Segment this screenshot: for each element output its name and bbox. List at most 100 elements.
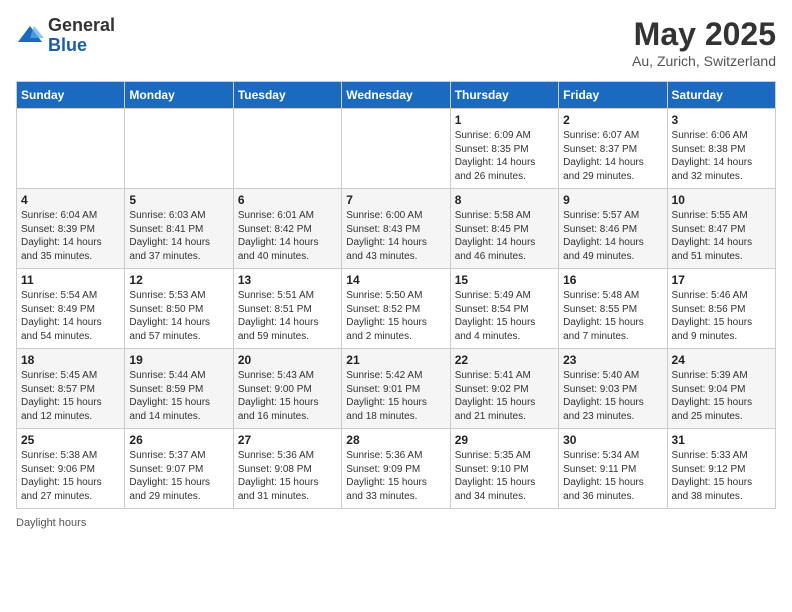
calendar-cell: 28Sunrise: 5:36 AM Sunset: 9:09 PM Dayli… [342, 429, 450, 509]
calendar-cell: 7 Sunrise: 6:00 AM Sunset: 8:43 PM Daylig… [342, 189, 450, 269]
day-info: Sunrise: 5:38 AM Sunset: 9:06 PM Dayligh… [21, 449, 120, 503]
month-title: May 2025 [632, 16, 776, 53]
calendar-cell: 26Sunrise: 5:37 AM Sunset: 9:07 PM Dayli… [125, 429, 233, 509]
day-info: Sunrise: 5:43 AM Sunset: 9:00 PM Dayligh… [238, 369, 337, 423]
day-number: 29 [455, 433, 554, 447]
day-number: 8 [455, 193, 554, 207]
logo-icon [16, 22, 44, 50]
calendar-cell: 4 Sunrise: 6:04 AM Sunset: 8:39 PM Daylig… [17, 189, 125, 269]
day-info: Sunrise: 6:07 AM Sunset: 8:37 PM Dayligh… [563, 129, 662, 183]
day-info: Sunrise: 5:49 AM Sunset: 8:54 PM Dayligh… [455, 289, 554, 343]
day-number: 27 [238, 433, 337, 447]
day-number: 13 [238, 273, 337, 287]
calendar-cell: 12 Sunrise: 5:53 AM Sunset: 8:50 PM Dayli… [125, 269, 233, 349]
day-info: Sunrise: 5:33 AM Sunset: 9:12 PM Dayligh… [672, 449, 771, 503]
day-number: 5 [129, 193, 228, 207]
day-number: 3 [672, 113, 771, 127]
calendar-cell: 17 Sunrise: 5:46 AM Sunset: 8:56 PM Dayli… [667, 269, 775, 349]
day-info: Sunrise: 5:42 AM Sunset: 9:01 PM Dayligh… [346, 369, 445, 423]
day-info: Sunrise: 6:04 AM Sunset: 8:39 PM Dayligh… [21, 209, 120, 263]
day-info: Sunrise: 6:03 AM Sunset: 8:41 PM Dayligh… [129, 209, 228, 263]
day-number: 16 [563, 273, 662, 287]
calendar-week-row: 18 Sunrise: 5:45 AM Sunset: 8:57 PM Dayli… [17, 349, 776, 429]
day-number: 2 [563, 113, 662, 127]
day-number: 11 [21, 273, 120, 287]
day-info: Sunrise: 5:45 AM Sunset: 8:57 PM Dayligh… [21, 369, 120, 423]
calendar-cell: 11Sunrise: 5:54 AM Sunset: 8:49 PM Dayli… [17, 269, 125, 349]
header-saturday: Saturday [667, 82, 775, 109]
calendar-cell [125, 109, 233, 189]
calendar-cell: 14 Sunrise: 5:50 AM Sunset: 8:52 PM Dayli… [342, 269, 450, 349]
header-thursday: Thursday [450, 82, 558, 109]
day-number: 23 [563, 353, 662, 367]
calendar-cell: 23 Sunrise: 5:40 AM Sunset: 9:03 PM Dayli… [559, 349, 667, 429]
calendar-cell: 1 Sunrise: 6:09 AM Sunset: 8:35 PM Daylig… [450, 109, 558, 189]
day-info: Sunrise: 5:51 AM Sunset: 8:51 PM Dayligh… [238, 289, 337, 343]
header-friday: Friday [559, 82, 667, 109]
calendar-cell: 5 Sunrise: 6:03 AM Sunset: 8:41 PM Daylig… [125, 189, 233, 269]
day-number: 17 [672, 273, 771, 287]
day-info: Sunrise: 6:01 AM Sunset: 8:42 PM Dayligh… [238, 209, 337, 263]
day-number: 30 [563, 433, 662, 447]
day-info: Sunrise: 6:06 AM Sunset: 8:38 PM Dayligh… [672, 129, 771, 183]
day-number: 28 [346, 433, 445, 447]
logo-blue: Blue [48, 36, 115, 56]
day-number: 14 [346, 273, 445, 287]
footer-note: Daylight hours [16, 517, 776, 529]
calendar-cell [233, 109, 341, 189]
calendar-cell: 3 Sunrise: 6:06 AM Sunset: 8:38 PM Daylig… [667, 109, 775, 189]
calendar-cell: 16 Sunrise: 5:48 AM Sunset: 8:55 PM Dayli… [559, 269, 667, 349]
calendar-cell: 8Sunrise: 5:58 AM Sunset: 8:45 PM Daylig… [450, 189, 558, 269]
header-monday: Monday [125, 82, 233, 109]
day-info: Sunrise: 5:37 AM Sunset: 9:07 PM Dayligh… [129, 449, 228, 503]
day-number: 12 [129, 273, 228, 287]
day-info: Sunrise: 6:09 AM Sunset: 8:35 PM Dayligh… [455, 129, 554, 183]
day-number: 7 [346, 193, 445, 207]
day-info: Sunrise: 5:36 AM Sunset: 9:08 PM Dayligh… [238, 449, 337, 503]
day-info: Sunrise: 5:34 AM Sunset: 9:11 PM Dayligh… [563, 449, 662, 503]
day-number: 24 [672, 353, 771, 367]
day-number: 25 [21, 433, 120, 447]
title-block: May 2025 Au, Zurich, Switzerland [632, 16, 776, 69]
calendar-cell: 9Sunrise: 5:57 AM Sunset: 8:46 PM Daylig… [559, 189, 667, 269]
calendar-header-row: SundayMondayTuesdayWednesdayThursdayFrid… [17, 82, 776, 109]
location: Au, Zurich, Switzerland [632, 53, 776, 69]
calendar-cell: 21 Sunrise: 5:42 AM Sunset: 9:01 PM Dayli… [342, 349, 450, 429]
calendar-cell: 31Sunrise: 5:33 AM Sunset: 9:12 PM Dayli… [667, 429, 775, 509]
day-number: 15 [455, 273, 554, 287]
day-info: Sunrise: 5:35 AM Sunset: 9:10 PM Dayligh… [455, 449, 554, 503]
logo-general: General [48, 16, 115, 36]
calendar-week-row: 4 Sunrise: 6:04 AM Sunset: 8:39 PM Daylig… [17, 189, 776, 269]
logo-text: General Blue [48, 16, 115, 56]
day-number: 4 [21, 193, 120, 207]
calendar-cell: 30 Sunrise: 5:34 AM Sunset: 9:11 PM Dayli… [559, 429, 667, 509]
day-info: Sunrise: 5:39 AM Sunset: 9:04 PM Dayligh… [672, 369, 771, 423]
day-number: 6 [238, 193, 337, 207]
day-info: Sunrise: 5:46 AM Sunset: 8:56 PM Dayligh… [672, 289, 771, 343]
day-number: 1 [455, 113, 554, 127]
calendar-cell: 25 Sunrise: 5:38 AM Sunset: 9:06 PM Dayli… [17, 429, 125, 509]
day-info: Sunrise: 5:40 AM Sunset: 9:03 PM Dayligh… [563, 369, 662, 423]
calendar-cell: 29 Sunrise: 5:35 AM Sunset: 9:10 PM Dayli… [450, 429, 558, 509]
calendar-week-row: 25 Sunrise: 5:38 AM Sunset: 9:06 PM Dayli… [17, 429, 776, 509]
day-number: 22 [455, 353, 554, 367]
day-number: 18 [21, 353, 120, 367]
calendar-cell: 15 Sunrise: 5:49 AM Sunset: 8:54 PM Dayli… [450, 269, 558, 349]
day-info: Sunrise: 5:50 AM Sunset: 8:52 PM Dayligh… [346, 289, 445, 343]
day-info: Sunrise: 6:00 AM Sunset: 8:43 PM Dayligh… [346, 209, 445, 263]
calendar-cell: 24 Sunrise: 5:39 AM Sunset: 9:04 PM Dayli… [667, 349, 775, 429]
day-info: Sunrise: 5:48 AM Sunset: 8:55 PM Dayligh… [563, 289, 662, 343]
day-number: 9 [563, 193, 662, 207]
calendar-cell: 27 Sunrise: 5:36 AM Sunset: 9:08 PM Dayli… [233, 429, 341, 509]
day-info: Sunrise: 5:41 AM Sunset: 9:02 PM Dayligh… [455, 369, 554, 423]
header-wednesday: Wednesday [342, 82, 450, 109]
day-info: Sunrise: 5:44 AM Sunset: 8:59 PM Dayligh… [129, 369, 228, 423]
header-sunday: Sunday [17, 82, 125, 109]
day-info: Sunrise: 5:53 AM Sunset: 8:50 PM Dayligh… [129, 289, 228, 343]
calendar-cell: 10Sunrise: 5:55 AM Sunset: 8:47 PM Dayli… [667, 189, 775, 269]
calendar-cell: 20Sunrise: 5:43 AM Sunset: 9:00 PM Dayli… [233, 349, 341, 429]
calendar-cell: 18 Sunrise: 5:45 AM Sunset: 8:57 PM Dayli… [17, 349, 125, 429]
day-number: 21 [346, 353, 445, 367]
calendar-week-row: 11Sunrise: 5:54 AM Sunset: 8:49 PM Dayli… [17, 269, 776, 349]
calendar-cell [17, 109, 125, 189]
